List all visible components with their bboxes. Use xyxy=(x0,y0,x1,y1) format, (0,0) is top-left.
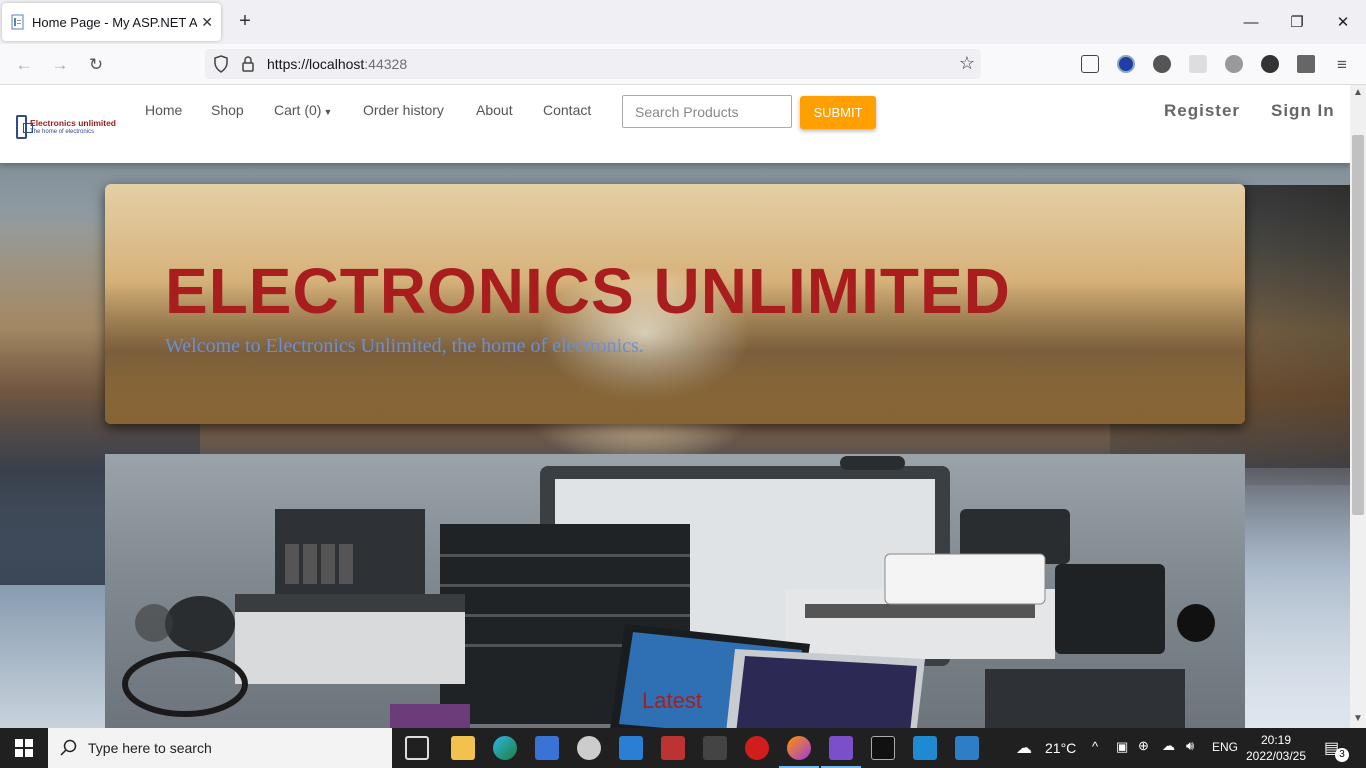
tab-title: Home Page - My ASP.NET Appl xyxy=(32,14,198,30)
maximize-button[interactable]: ❐ xyxy=(1274,0,1320,44)
carousel-caption: Latest xyxy=(642,688,702,713)
scroll-up-icon[interactable]: ▲ xyxy=(1353,87,1363,98)
taskbar: Type here to search ☁ 21°C ^ ▣ ⊕ ☁ 🔊︎ EN… xyxy=(0,728,1366,768)
network-icon[interactable]: ⊕ xyxy=(1138,738,1149,754)
extension-icon[interactable] xyxy=(1297,55,1315,73)
nav-order-history[interactable]: Order history xyxy=(363,102,444,118)
logo-name: Electronics unlimited xyxy=(30,117,116,128)
page-scrollbar[interactable]: ▲ ▼ xyxy=(1350,85,1366,728)
browser-toolbar: ← → ↻ https://localhost:44328 ☆ ≡ xyxy=(0,44,1366,85)
hero-title: ELECTRONICS UNLIMITED xyxy=(165,255,1011,327)
register-link[interactable]: Register xyxy=(1164,101,1240,121)
volume-icon[interactable]: 🔊︎ xyxy=(1186,738,1194,754)
reload-button[interactable]: ↻ xyxy=(85,54,107,76)
nav-home[interactable]: Home xyxy=(145,102,182,118)
extension-icon[interactable] xyxy=(1153,55,1171,73)
extension-icon[interactable] xyxy=(1225,55,1243,73)
menu-icon[interactable]: ≡ xyxy=(1331,54,1353,76)
bookmark-star-icon[interactable]: ☆ xyxy=(959,53,975,74)
new-tab-button[interactable]: + xyxy=(234,10,256,33)
url-text[interactable]: https://localhost:44328 xyxy=(267,56,407,72)
visual-studio-icon[interactable] xyxy=(829,736,853,760)
chevron-up-icon[interactable]: ^ xyxy=(1092,739,1098,754)
app-icon[interactable] xyxy=(703,736,727,760)
nav-contact[interactable]: Contact xyxy=(543,102,591,118)
opera-icon[interactable] xyxy=(745,736,769,760)
address-bar[interactable]: https://localhost:44328 ☆ xyxy=(205,49,981,79)
store-icon[interactable] xyxy=(535,736,559,760)
hero-subtitle: Welcome to Electronics Unlimited, the ho… xyxy=(165,335,644,357)
onedrive-icon[interactable]: ☁ xyxy=(1162,738,1175,754)
caret-down-icon: ▼ xyxy=(323,107,333,117)
windows-icon xyxy=(15,739,33,757)
close-window-button[interactable]: ✕ xyxy=(1320,0,1366,44)
back-button[interactable]: ← xyxy=(13,54,35,76)
notification-count: 3 xyxy=(1335,748,1349,762)
vscode-icon[interactable] xyxy=(913,736,937,760)
file-explorer-icon[interactable] xyxy=(451,736,475,760)
nav-cart[interactable]: Cart (0) ▼ xyxy=(274,102,332,118)
carousel-next-button[interactable] xyxy=(1177,604,1215,642)
clock-time: 20:19 xyxy=(1260,733,1292,747)
weather-icon[interactable]: ☁ xyxy=(1016,738,1032,758)
photos-icon[interactable] xyxy=(955,736,979,760)
pocket-icon[interactable] xyxy=(1081,55,1099,73)
start-button[interactable] xyxy=(0,728,48,768)
mail-icon[interactable] xyxy=(619,736,643,760)
carousel-prev-button[interactable] xyxy=(135,604,173,642)
page-icon xyxy=(10,14,26,30)
submit-button[interactable]: SUBMIT xyxy=(800,96,876,129)
hero-banner: ELECTRONICS UNLIMITED Welcome to Electro… xyxy=(105,184,1245,424)
nav-cart-label: Cart (0) xyxy=(274,102,322,118)
task-view-icon[interactable] xyxy=(405,736,429,760)
site-header: Electronics unlimited The home of electr… xyxy=(0,85,1350,163)
nav-about[interactable]: About xyxy=(476,102,513,118)
forward-button[interactable]: → xyxy=(49,54,71,76)
scrollbar-thumb[interactable] xyxy=(1352,135,1364,515)
sign-in-link[interactable]: Sign In xyxy=(1271,101,1335,121)
minimize-button[interactable]: — xyxy=(1228,0,1274,44)
lock-icon[interactable] xyxy=(241,55,255,78)
meet-now-icon[interactable]: ▣ xyxy=(1116,739,1128,755)
app-icon[interactable] xyxy=(661,736,685,760)
firefox-icon[interactable] xyxy=(787,736,811,760)
language-indicator[interactable]: ENG xyxy=(1212,740,1238,754)
media-player-icon[interactable] xyxy=(577,736,601,760)
site-logo[interactable]: Electronics unlimited The home of electr… xyxy=(16,111,116,143)
extension-icon[interactable] xyxy=(1117,55,1135,73)
browser-tab[interactable]: Home Page - My ASP.NET Appl ✕ xyxy=(2,3,221,41)
edge-icon[interactable] xyxy=(493,736,517,760)
nav-shop[interactable]: Shop xyxy=(211,102,244,118)
terminal-icon[interactable] xyxy=(871,736,895,760)
clock[interactable]: 20:19 2022/03/25 xyxy=(1241,732,1311,764)
chip-icon xyxy=(16,115,34,139)
extension-icon[interactable] xyxy=(1261,55,1279,73)
clock-date: 2022/03/25 xyxy=(1245,749,1307,763)
taskbar-search-label: Type here to search xyxy=(88,740,212,756)
scroll-down-icon[interactable]: ▼ xyxy=(1353,713,1363,724)
browser-tab-bar: Home Page - My ASP.NET Appl ✕ + — ❐ ✕ xyxy=(0,0,1366,44)
search-input[interactable] xyxy=(622,95,792,128)
shield-icon[interactable] xyxy=(213,55,229,78)
electronics-image xyxy=(122,456,1185,728)
logo-tagline: The home of electronics xyxy=(30,129,95,136)
taskbar-search[interactable]: Type here to search xyxy=(48,728,392,768)
product-carousel: Latest xyxy=(105,454,1245,728)
page-viewport: Electronics unlimited The home of electr… xyxy=(0,85,1350,728)
search-icon xyxy=(60,739,77,756)
weather-temp[interactable]: 21°C xyxy=(1045,740,1076,756)
close-tab-icon[interactable]: ✕ xyxy=(201,14,213,31)
extension-icon[interactable] xyxy=(1189,55,1207,73)
